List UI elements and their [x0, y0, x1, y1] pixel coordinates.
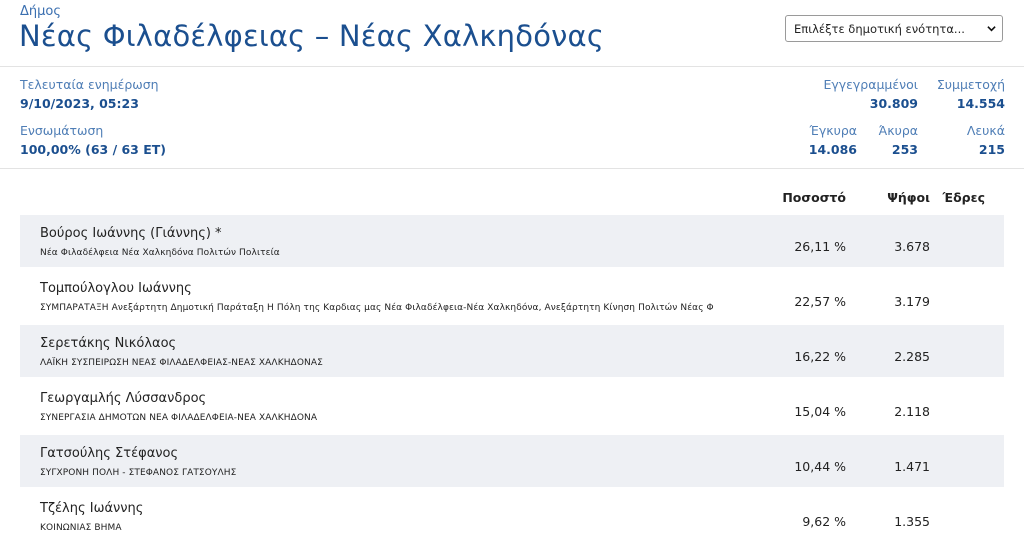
column-header-votes[interactable]: Ψήφοι [860, 190, 930, 205]
candidate-percent: 16,22 % [794, 349, 846, 364]
candidate-votes: 1.471 [894, 459, 930, 474]
last-update-value: 9/10/2023, 05:23 [20, 96, 139, 111]
integration-value: 100,00% (63 / 63 ΕΤ) [20, 142, 167, 157]
municipality-kicker: Δήμος [20, 4, 61, 19]
candidate-votes: 2.118 [894, 404, 930, 419]
table-row[interactable]: Βούρος Ιωάννης (Γιάννης) * Νέα Φιλαδέλφε… [20, 215, 1004, 267]
candidate-percent: 9,62 % [802, 514, 846, 529]
candidate-votes: 3.678 [894, 239, 930, 254]
select-value: Επιλέξτε δημοτική ενότητα... [794, 22, 965, 36]
party-name: ΛΑΪΚΗ ΣΥΣΠΕΙΡΩΣΗ ΝΕΑΣ ΦΙΛΑΔΕΛΦΕΙΑΣ-ΝΕΑΣ … [40, 358, 323, 368]
candidate-percent: 10,44 % [794, 459, 846, 474]
party-name: ΣΥΝΕΡΓΑΣΙΑ ΔΗΜΟΤΩΝ ΝΕΑ ΦΙΛΑΔΕΛΦΕΙΑ-ΝΕΑ Χ… [40, 413, 318, 423]
turnout-label: Συμμετοχή [936, 77, 1005, 92]
valid-label: Έγκυρα [809, 123, 858, 138]
table-row[interactable]: Γεωργαμλής Λύσσανδρος ΣΥΝΕΡΓΑΣΙΑ ΔΗΜΟΤΩΝ… [20, 380, 1004, 432]
candidate-votes: 3.179 [894, 294, 930, 309]
candidate-name: Τζέλης Ιωάννης [40, 501, 144, 516]
page-header: Δήμος Νέας Φιλαδέλφειας – Νέας Χαλκηδόνα… [0, 0, 1024, 67]
party-name: Νέα Φιλαδέλφεια Νέα Χαλκηδόνα Πολιτών Πο… [40, 248, 280, 258]
invalid-value: 253 [891, 142, 918, 157]
turnout-value: 14.554 [956, 96, 1005, 111]
candidate-votes: 2.285 [894, 349, 930, 364]
table-row[interactable]: Σερετάκης Νικόλαος ΛΑΪΚΗ ΣΥΣΠΕΙΡΩΣΗ ΝΕΑΣ… [20, 325, 1004, 377]
candidate-percent: 26,11 % [794, 239, 846, 254]
candidate-percent: 22,57 % [794, 294, 846, 309]
invalid-label: Άκυρα [878, 123, 918, 138]
page-title: Νέας Φιλαδέλφειας – Νέας Χαλκηδόνας [19, 19, 605, 53]
column-header-seats[interactable]: Έδρες [935, 190, 985, 205]
integration-label: Ενσωμάτωση [20, 123, 104, 138]
blank-label: Λευκά [966, 123, 1005, 138]
municipal-unit-select[interactable]: Επιλέξτε δημοτική ενότητα... [785, 15, 1003, 42]
candidate-name: Γεωργαμλής Λύσσανδρος [40, 391, 207, 406]
column-header-percent[interactable]: Ποσοστό [770, 190, 846, 205]
table-row[interactable]: Τζέλης Ιωάννης ΚΟΙΝΩΝΙΑΣ ΒΗΜΑ 9,62 % 1.3… [20, 490, 1004, 542]
candidate-name: Σερετάκης Νικόλαος [40, 336, 177, 351]
party-name: ΚΟΙΝΩΝΙΑΣ ΒΗΜΑ [40, 523, 122, 533]
candidate-percent: 15,04 % [794, 404, 846, 419]
registered-label: Εγγεγραμμένοι [823, 77, 918, 92]
stats-panel: Τελευταία ενημέρωση 9/10/2023, 05:23 Ενσ… [0, 66, 1024, 169]
candidate-name: Βούρος Ιωάννης (Γιάννης) * [40, 226, 222, 241]
valid-value: 14.086 [808, 142, 857, 157]
registered-value: 30.809 [869, 96, 918, 111]
table-row[interactable]: Τομπούλογλου Ιωάννης ΣΥΜΠΑΡΑΤΑΞΗ Ανεξάρτ… [20, 270, 1004, 322]
table-row[interactable]: Γατσούλης Στέφανος ΣΥΓΧΡΟΝΗ ΠΟΛΗ - ΣΤΕΦΑ… [20, 435, 1004, 487]
chevron-down-icon [987, 26, 996, 32]
candidate-name: Τομπούλογλου Ιωάννης [40, 281, 192, 296]
candidate-name: Γατσούλης Στέφανος [40, 446, 179, 461]
candidate-votes: 1.355 [894, 514, 930, 529]
party-name: ΣΥΓΧΡΟΝΗ ΠΟΛΗ - ΣΤΕΦΑΝΟΣ ΓΑΤΣΟΥΛΗΣ [40, 468, 237, 478]
blank-value: 215 [978, 142, 1005, 157]
last-update-label: Τελευταία ενημέρωση [20, 77, 159, 92]
party-name: ΣΥΜΠΑΡΑΤΑΞΗ Ανεξάρτητη Δημοτική Παράταξη… [40, 303, 714, 313]
